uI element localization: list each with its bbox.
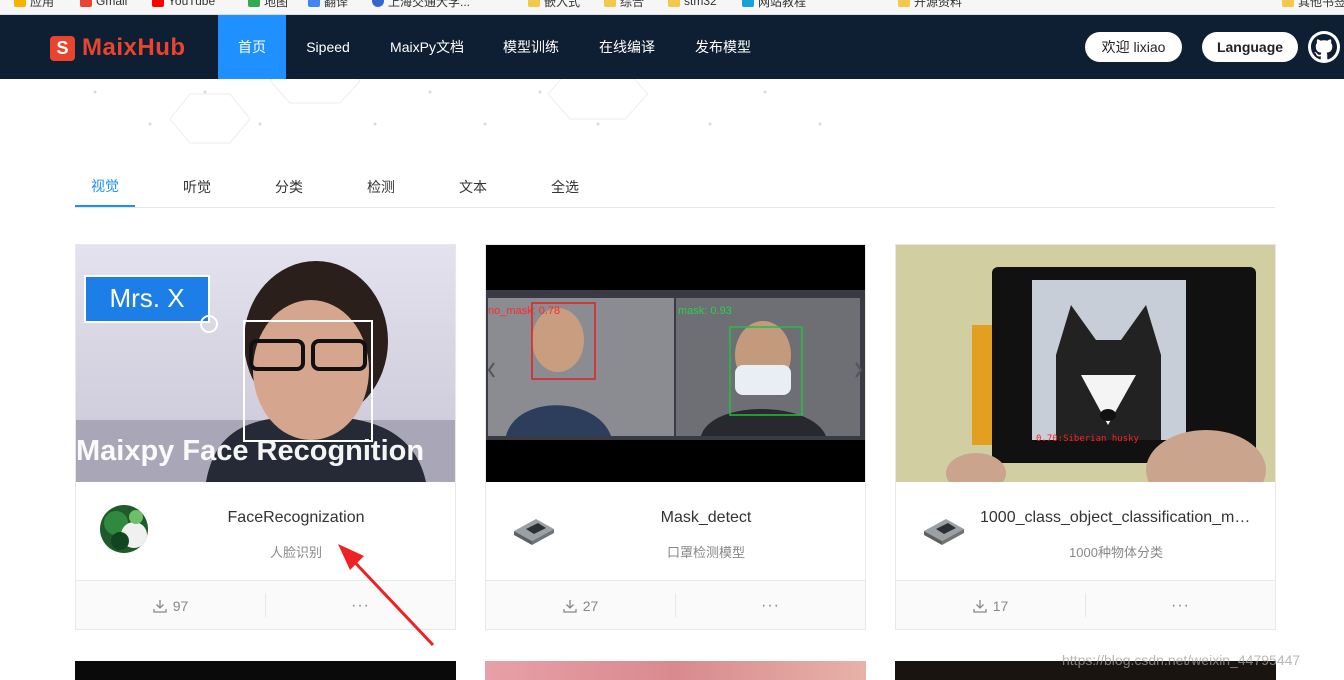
tab-audio[interactable]: 听觉	[167, 166, 227, 207]
logo-mark-icon: S	[50, 35, 75, 61]
model-thumbnail[interactable]: 0.70:Siberian husky	[896, 245, 1275, 482]
download-count[interactable]: 97	[76, 581, 265, 630]
bookmark-maps[interactable]: 地图	[248, 0, 288, 9]
nav-maixpy-docs[interactable]: MaixPy文档	[380, 15, 474, 79]
tab-select-all[interactable]: 全选	[535, 166, 595, 207]
hero-decoration	[93, 79, 822, 144]
youtube-icon	[152, 0, 164, 7]
card-footer: 97 ···	[76, 580, 455, 629]
site-icon	[742, 0, 754, 7]
model-subtitle: 1000种物体分类	[1069, 545, 1163, 560]
tab-text[interactable]: 文本	[443, 166, 503, 207]
model-title[interactable]: Mask_detect	[570, 509, 842, 527]
model-title[interactable]: 1000_class_object_classification_mod	[980, 509, 1252, 527]
more-options-button[interactable]: ···	[266, 581, 455, 630]
bookmark-gmail[interactable]: Gmail	[80, 0, 127, 8]
board-chip-icon	[924, 519, 964, 545]
model-card[interactable]: 0.70:Siberian husky 1000_class_object_cl…	[895, 244, 1276, 630]
nav-online-compile[interactable]: 在线编译	[590, 15, 664, 79]
folder-icon	[668, 0, 680, 7]
board-chip-icon	[514, 519, 554, 545]
download-count[interactable]: 17	[896, 581, 1085, 630]
download-count[interactable]: 27	[486, 581, 675, 630]
model-thumbnail[interactable]: Mrs. X Maixpy Face Recognition	[76, 245, 455, 482]
author-avatar[interactable]	[100, 505, 148, 553]
translate-icon	[308, 0, 320, 7]
thumb-label: no_mask: 0.78	[488, 305, 560, 317]
bookmark-tutorials[interactable]: 网站教程	[742, 0, 806, 9]
card-footer: 17 ···	[896, 580, 1275, 629]
nav-publish-model[interactable]: 发布模型	[686, 15, 760, 79]
gmail-icon	[80, 0, 92, 7]
download-icon	[563, 599, 577, 613]
bookmark-general[interactable]: 综合	[604, 0, 644, 9]
tab-vision[interactable]: 视觉	[75, 166, 135, 207]
model-card[interactable]: Mrs. X Maixpy Face Recognition FaceRecog…	[75, 244, 456, 630]
bookmark-others[interactable]: 其他书签	[1282, 0, 1344, 9]
folder-icon	[604, 0, 616, 7]
language-button[interactable]: Language	[1202, 32, 1298, 62]
top-navbar: S MaixHub 首页 Sipeed MaixPy文档 模型训练 在线编译 发…	[0, 15, 1344, 79]
bookmark-youtube[interactable]: YouTube	[152, 0, 215, 8]
logo-text: MaixHub	[82, 34, 186, 61]
model-title[interactable]: FaceRecognization	[160, 509, 432, 527]
folder-icon	[1282, 0, 1294, 7]
nav-home[interactable]: 首页	[218, 15, 286, 79]
folder-icon	[528, 0, 540, 7]
apps-icon	[14, 0, 26, 7]
nav-model-training[interactable]: 模型训练	[494, 15, 568, 79]
more-options-button[interactable]: ···	[1086, 581, 1275, 630]
welcome-user-button[interactable]: 欢迎 lixiao	[1085, 32, 1182, 62]
download-icon	[973, 599, 987, 613]
github-icon[interactable]	[1308, 31, 1340, 63]
bookmark-apps[interactable]: 应用	[14, 0, 54, 9]
bookmark-translate[interactable]: 翻译	[308, 0, 348, 9]
thumb-caption: Maixpy Face Recognition	[76, 435, 424, 467]
globe-icon	[372, 0, 384, 7]
model-subtitle: 口罩检测模型	[666, 545, 745, 560]
maixhub-logo[interactable]: S MaixHub	[50, 34, 186, 62]
tab-detection[interactable]: 检测	[351, 166, 411, 207]
maps-icon	[248, 0, 260, 7]
thumb-caption: 0.70:Siberian husky	[1036, 434, 1140, 444]
thumb-label: Mrs. X	[109, 283, 184, 313]
model-card-next[interactable]	[485, 661, 866, 680]
folder-icon	[898, 0, 910, 7]
model-card-next[interactable]	[75, 661, 456, 680]
bookmark-opensource[interactable]: 开源资料	[898, 0, 962, 9]
bookmark-stm32[interactable]: stm32	[668, 0, 717, 8]
tab-classification[interactable]: 分类	[259, 166, 319, 207]
model-subtitle: 人脸识别	[269, 545, 322, 560]
nav-sipeed[interactable]: Sipeed	[296, 15, 360, 79]
category-tabs: 视觉 听觉 分类 检测 文本 全选	[75, 166, 1275, 208]
bookmark-bar: 应用 Gmail YouTube 地图 翻译 上海交通大学... 嵌入式 综合 …	[0, 0, 1344, 15]
more-options-button[interactable]: ···	[676, 581, 865, 630]
bookmark-sjtu[interactable]: 上海交通大学...	[372, 0, 470, 9]
model-card[interactable]: no_mask: 0.78 mask: 0.93 Mask_detect 口罩检…	[485, 244, 866, 630]
model-thumbnail[interactable]: no_mask: 0.78 mask: 0.93	[486, 245, 865, 482]
download-icon	[153, 599, 167, 613]
bookmark-embedded[interactable]: 嵌入式	[528, 0, 580, 9]
thumb-label-secondary: mask: 0.93	[678, 305, 732, 317]
watermark: https://blog.csdn.net/weixin_44795447	[1062, 652, 1301, 668]
card-footer: 27 ···	[486, 580, 865, 629]
